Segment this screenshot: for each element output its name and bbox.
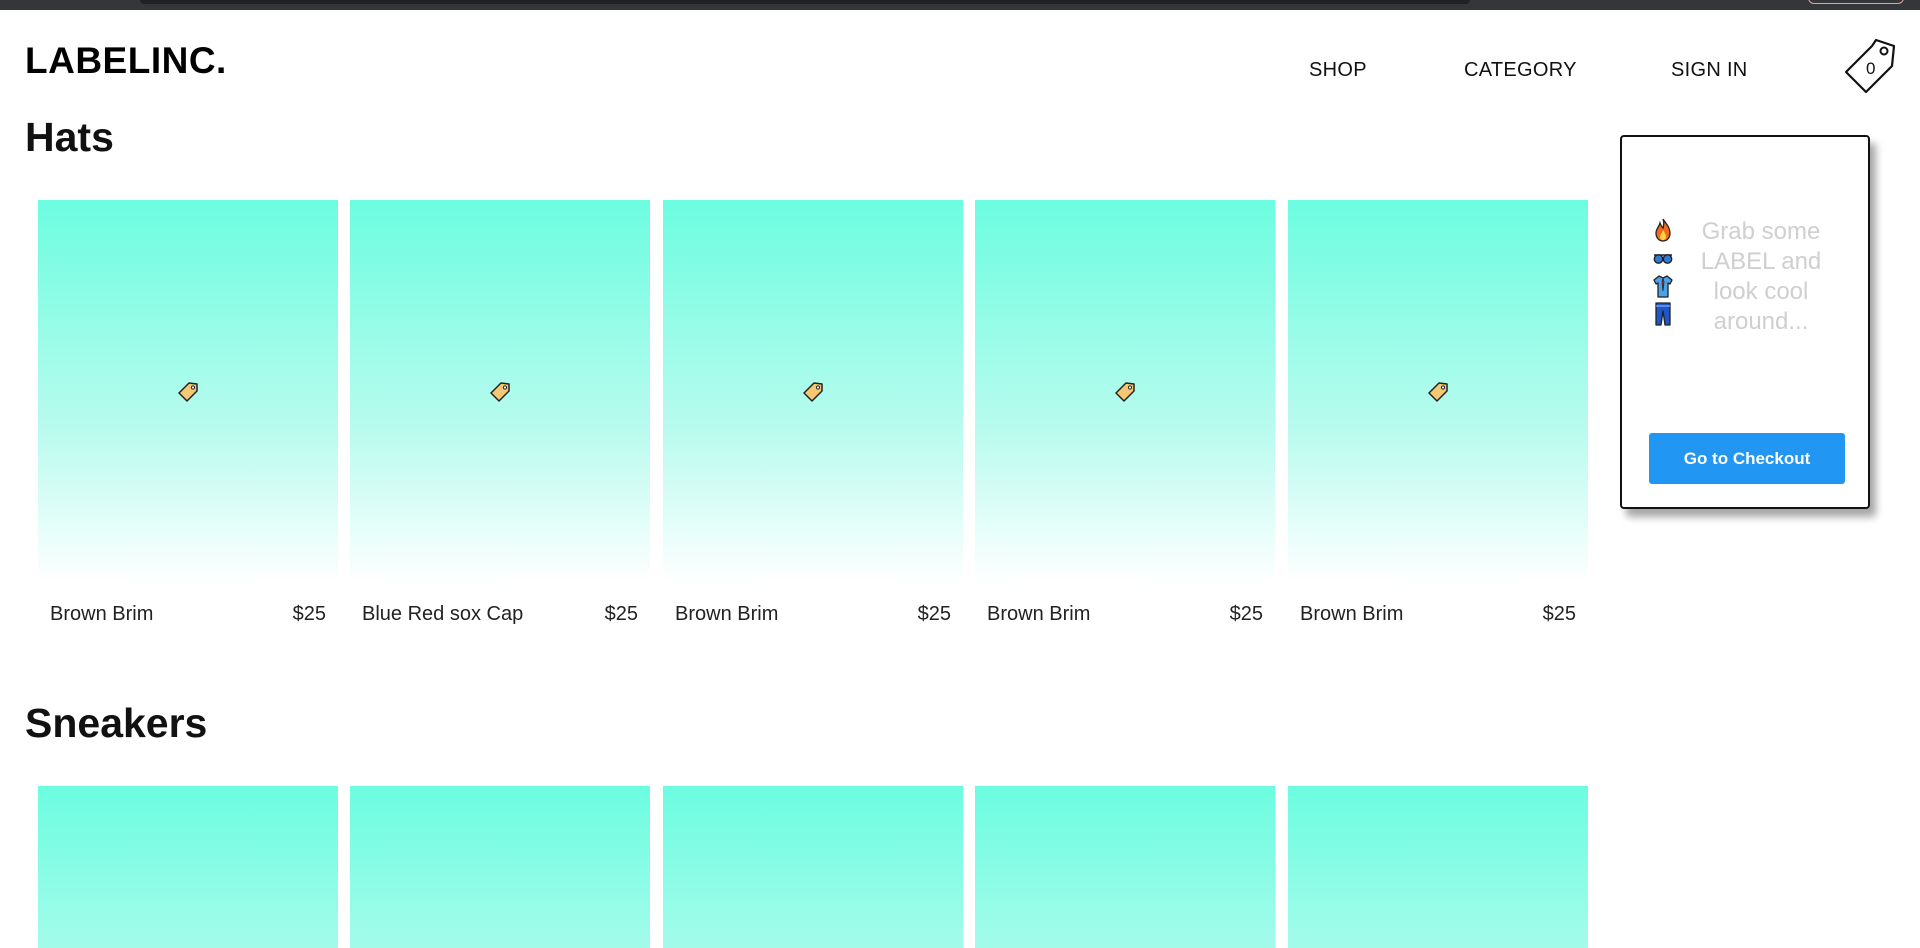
- label-tag-icon: [490, 382, 510, 402]
- product-image[interactable]: [975, 200, 1275, 584]
- product-name: Brown Brim: [50, 603, 154, 625]
- product-card[interactable]: [38, 786, 338, 948]
- product-image[interactable]: [38, 786, 338, 948]
- product-price: $25: [917, 603, 951, 625]
- nav-shop-link[interactable]: SHOP: [1309, 59, 1367, 82]
- browser-button-edge: [1808, 0, 1904, 4]
- product-name: Brown Brim: [987, 603, 1091, 625]
- label-tag-icon: [178, 382, 198, 402]
- product-card[interactable]: [975, 786, 1275, 948]
- site-header: LABELINC. SHOP CATEGORY SIGN IN 0: [0, 10, 1920, 110]
- product-card[interactable]: Brown Brim $25: [1288, 200, 1588, 625]
- label-tag-icon: [1428, 382, 1448, 402]
- cart-button[interactable]: 0: [1842, 36, 1898, 96]
- product-card[interactable]: Brown Brim $25: [663, 200, 963, 625]
- product-image[interactable]: [1288, 200, 1588, 584]
- product-card[interactable]: [350, 786, 650, 948]
- product-price: $25: [1229, 603, 1263, 625]
- label-tag-icon: [803, 382, 823, 402]
- product-image[interactable]: [350, 786, 650, 948]
- sunglasses-icon: [1653, 254, 1673, 264]
- cart-count: 0: [1866, 59, 1876, 78]
- product-image[interactable]: [663, 200, 963, 584]
- cart-dropdown: Grab some LABEL and look cool around... …: [1620, 135, 1870, 509]
- browser-top-strip: [0, 0, 1920, 10]
- product-price: $25: [1542, 603, 1576, 625]
- jeans-icon: [1655, 302, 1671, 326]
- go-to-checkout-button[interactable]: Go to Checkout: [1649, 433, 1845, 484]
- product-card[interactable]: Brown Brim $25: [975, 200, 1275, 625]
- product-name: Brown Brim: [675, 603, 779, 625]
- product-image[interactable]: [1288, 786, 1588, 948]
- cart-empty-message: Grab some LABEL and look cool around...: [1700, 218, 1822, 335]
- nav-signin-link[interactable]: SIGN IN: [1671, 59, 1748, 82]
- product-card[interactable]: Brown Brim $25: [38, 200, 338, 625]
- browser-address-bar-edge: [140, 0, 1470, 4]
- brand-logo[interactable]: LABELINC.: [25, 40, 227, 82]
- product-image[interactable]: [350, 200, 650, 584]
- emoji-list: [1652, 217, 1676, 329]
- product-price: $25: [292, 603, 326, 625]
- nav-category-link[interactable]: CATEGORY: [1464, 59, 1577, 82]
- product-image[interactable]: [38, 200, 338, 584]
- section-title-sneakers[interactable]: Sneakers: [25, 700, 207, 747]
- product-price: $25: [604, 603, 638, 625]
- product-image[interactable]: [663, 786, 963, 948]
- fire-icon: [1655, 218, 1671, 242]
- product-card[interactable]: Blue Red sox Cap $25: [350, 200, 650, 625]
- section-title-hats[interactable]: Hats: [25, 114, 114, 161]
- label-tag-icon: [1115, 382, 1135, 402]
- shirt-icon: [1653, 275, 1673, 298]
- product-card[interactable]: [663, 786, 963, 948]
- product-card[interactable]: [1288, 786, 1588, 948]
- product-name: Brown Brim: [1300, 603, 1404, 625]
- product-name: Blue Red sox Cap: [362, 603, 524, 625]
- product-image[interactable]: [975, 786, 1275, 948]
